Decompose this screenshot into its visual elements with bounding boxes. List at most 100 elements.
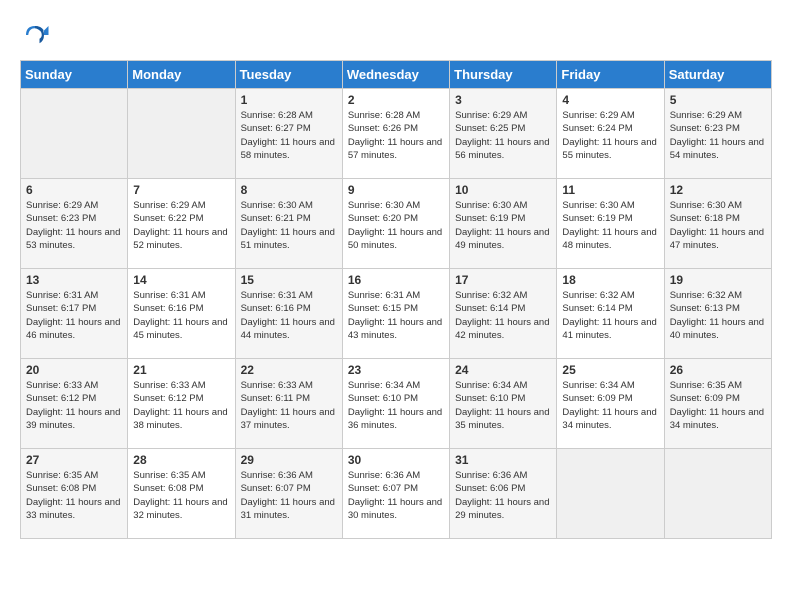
weekday-header-wednesday: Wednesday (342, 61, 449, 89)
logo (20, 20, 54, 50)
calendar-cell: 12Sunrise: 6:30 AM Sunset: 6:18 PM Dayli… (664, 179, 771, 269)
calendar-cell: 4 Sunrise: 6:29 AM Sunset: 6:24 PM Daylig… (557, 89, 664, 179)
day-info: Sunrise: 6:32 AM Sunset: 6:14 PM Dayligh… (455, 289, 551, 342)
day-info: Sunrise: 6:32 AM Sunset: 6:13 PM Dayligh… (670, 289, 766, 342)
week-row-4: 20 Sunrise: 6:33 AM Sunset: 6:12 PM Dayli… (21, 359, 772, 449)
day-number: 22 (241, 363, 337, 377)
day-info: Sunrise: 6:31 AM Sunset: 6:16 PM Dayligh… (241, 289, 337, 342)
day-number: 27 (26, 453, 122, 467)
day-info: Sunrise: 6:36 AM Sunset: 6:07 PM Dayligh… (348, 469, 444, 522)
calendar-cell: 7 Sunrise: 6:29 AM Sunset: 6:22 PM Daylig… (128, 179, 235, 269)
day-info: Sunrise: 6:28 AM Sunset: 6:27 PM Dayligh… (241, 109, 337, 162)
day-number: 9 (348, 183, 444, 197)
day-number: 13 (26, 273, 122, 287)
day-number: 15 (241, 273, 337, 287)
day-info: Sunrise: 6:34 AM Sunset: 6:09 PM Dayligh… (562, 379, 658, 432)
day-info: Sunrise: 6:30 AM Sunset: 6:20 PM Dayligh… (348, 199, 444, 252)
calendar-cell: 31 Sunrise: 6:36 AM Sunset: 6:06 PM Dayli… (450, 449, 557, 539)
day-info: Sunrise: 6:35 AM Sunset: 6:08 PM Dayligh… (133, 469, 229, 522)
calendar-cell: 16 Sunrise: 6:31 AM Sunset: 6:15 PM Dayli… (342, 269, 449, 359)
calendar-cell: 21 Sunrise: 6:33 AM Sunset: 6:12 PM Dayli… (128, 359, 235, 449)
day-info: Sunrise: 6:32 AM Sunset: 6:14 PM Dayligh… (562, 289, 658, 342)
logo-icon (20, 20, 50, 50)
calendar-cell: 22 Sunrise: 6:33 AM Sunset: 6:11 PM Dayli… (235, 359, 342, 449)
day-number: 26 (670, 363, 766, 377)
calendar-cell (21, 89, 128, 179)
weekday-header-saturday: Saturday (664, 61, 771, 89)
day-info: Sunrise: 6:35 AM Sunset: 6:09 PM Dayligh… (670, 379, 766, 432)
day-number: 24 (455, 363, 551, 377)
day-number: 6 (26, 183, 122, 197)
day-number: 31 (455, 453, 551, 467)
day-info: Sunrise: 6:36 AM Sunset: 6:06 PM Dayligh… (455, 469, 551, 522)
day-number: 8 (241, 183, 337, 197)
day-info: Sunrise: 6:31 AM Sunset: 6:16 PM Dayligh… (133, 289, 229, 342)
calendar-cell: 8Sunrise: 6:30 AM Sunset: 6:21 PM Daylig… (235, 179, 342, 269)
day-number: 16 (348, 273, 444, 287)
week-row-3: 13 Sunrise: 6:31 AM Sunset: 6:17 PM Dayli… (21, 269, 772, 359)
calendar-cell: 26 Sunrise: 6:35 AM Sunset: 6:09 PM Dayli… (664, 359, 771, 449)
calendar-cell: 19 Sunrise: 6:32 AM Sunset: 6:13 PM Dayli… (664, 269, 771, 359)
day-info: Sunrise: 6:29 AM Sunset: 6:23 PM Dayligh… (26, 199, 122, 252)
day-number: 7 (133, 183, 229, 197)
calendar-cell: 1 Sunrise: 6:28 AM Sunset: 6:27 PM Daylig… (235, 89, 342, 179)
day-info: Sunrise: 6:33 AM Sunset: 6:12 PM Dayligh… (133, 379, 229, 432)
day-number: 3 (455, 93, 551, 107)
day-info: Sunrise: 6:31 AM Sunset: 6:15 PM Dayligh… (348, 289, 444, 342)
calendar-cell: 29 Sunrise: 6:36 AM Sunset: 6:07 PM Dayli… (235, 449, 342, 539)
day-info: Sunrise: 6:29 AM Sunset: 6:24 PM Dayligh… (562, 109, 658, 162)
day-number: 29 (241, 453, 337, 467)
calendar-cell: 28Sunrise: 6:35 AM Sunset: 6:08 PM Dayli… (128, 449, 235, 539)
calendar-cell: 17 Sunrise: 6:32 AM Sunset: 6:14 PM Dayli… (450, 269, 557, 359)
calendar-cell: 11 Sunrise: 6:30 AM Sunset: 6:19 PM Dayli… (557, 179, 664, 269)
day-number: 10 (455, 183, 551, 197)
day-number: 30 (348, 453, 444, 467)
day-number: 21 (133, 363, 229, 377)
calendar-table: SundayMondayTuesdayWednesdayThursdayFrid… (20, 60, 772, 539)
day-info: Sunrise: 6:33 AM Sunset: 6:12 PM Dayligh… (26, 379, 122, 432)
calendar-cell: 27 Sunrise: 6:35 AM Sunset: 6:08 PM Dayli… (21, 449, 128, 539)
weekday-header-tuesday: Tuesday (235, 61, 342, 89)
day-number: 1 (241, 93, 337, 107)
day-info: Sunrise: 6:30 AM Sunset: 6:19 PM Dayligh… (455, 199, 551, 252)
calendar-cell: 10 Sunrise: 6:30 AM Sunset: 6:19 PM Dayli… (450, 179, 557, 269)
day-info: Sunrise: 6:36 AM Sunset: 6:07 PM Dayligh… (241, 469, 337, 522)
day-info: Sunrise: 6:34 AM Sunset: 6:10 PM Dayligh… (348, 379, 444, 432)
day-info: Sunrise: 6:35 AM Sunset: 6:08 PM Dayligh… (26, 469, 122, 522)
calendar-cell: 3 Sunrise: 6:29 AM Sunset: 6:25 PM Daylig… (450, 89, 557, 179)
day-number: 25 (562, 363, 658, 377)
day-number: 23 (348, 363, 444, 377)
day-number: 2 (348, 93, 444, 107)
day-number: 19 (670, 273, 766, 287)
calendar-cell: 24 Sunrise: 6:34 AM Sunset: 6:10 PM Dayli… (450, 359, 557, 449)
day-info: Sunrise: 6:29 AM Sunset: 6:22 PM Dayligh… (133, 199, 229, 252)
day-info: Sunrise: 6:31 AM Sunset: 6:17 PM Dayligh… (26, 289, 122, 342)
day-info: Sunrise: 6:34 AM Sunset: 6:10 PM Dayligh… (455, 379, 551, 432)
day-number: 18 (562, 273, 658, 287)
day-info: Sunrise: 6:29 AM Sunset: 6:25 PM Dayligh… (455, 109, 551, 162)
calendar-cell (664, 449, 771, 539)
day-info: Sunrise: 6:30 AM Sunset: 6:19 PM Dayligh… (562, 199, 658, 252)
calendar-cell (557, 449, 664, 539)
calendar-cell: 30 Sunrise: 6:36 AM Sunset: 6:07 PM Dayli… (342, 449, 449, 539)
calendar-cell: 20 Sunrise: 6:33 AM Sunset: 6:12 PM Dayli… (21, 359, 128, 449)
calendar-cell: 23 Sunrise: 6:34 AM Sunset: 6:10 PM Dayli… (342, 359, 449, 449)
calendar-cell: 14Sunrise: 6:31 AM Sunset: 6:16 PM Dayli… (128, 269, 235, 359)
calendar-cell: 9 Sunrise: 6:30 AM Sunset: 6:20 PM Daylig… (342, 179, 449, 269)
week-row-1: 1 Sunrise: 6:28 AM Sunset: 6:27 PM Daylig… (21, 89, 772, 179)
calendar-cell: 6 Sunrise: 6:29 AM Sunset: 6:23 PM Daylig… (21, 179, 128, 269)
day-info: Sunrise: 6:28 AM Sunset: 6:26 PM Dayligh… (348, 109, 444, 162)
week-row-5: 27 Sunrise: 6:35 AM Sunset: 6:08 PM Dayli… (21, 449, 772, 539)
weekday-header-thursday: Thursday (450, 61, 557, 89)
day-number: 11 (562, 183, 658, 197)
weekday-header-friday: Friday (557, 61, 664, 89)
calendar-cell: 25 Sunrise: 6:34 AM Sunset: 6:09 PM Dayli… (557, 359, 664, 449)
day-info: Sunrise: 6:33 AM Sunset: 6:11 PM Dayligh… (241, 379, 337, 432)
weekday-header-row: SundayMondayTuesdayWednesdayThursdayFrid… (21, 61, 772, 89)
day-number: 5 (670, 93, 766, 107)
day-number: 20 (26, 363, 122, 377)
day-number: 17 (455, 273, 551, 287)
day-number: 4 (562, 93, 658, 107)
calendar-cell: 15 Sunrise: 6:31 AM Sunset: 6:16 PM Dayli… (235, 269, 342, 359)
calendar-cell (128, 89, 235, 179)
